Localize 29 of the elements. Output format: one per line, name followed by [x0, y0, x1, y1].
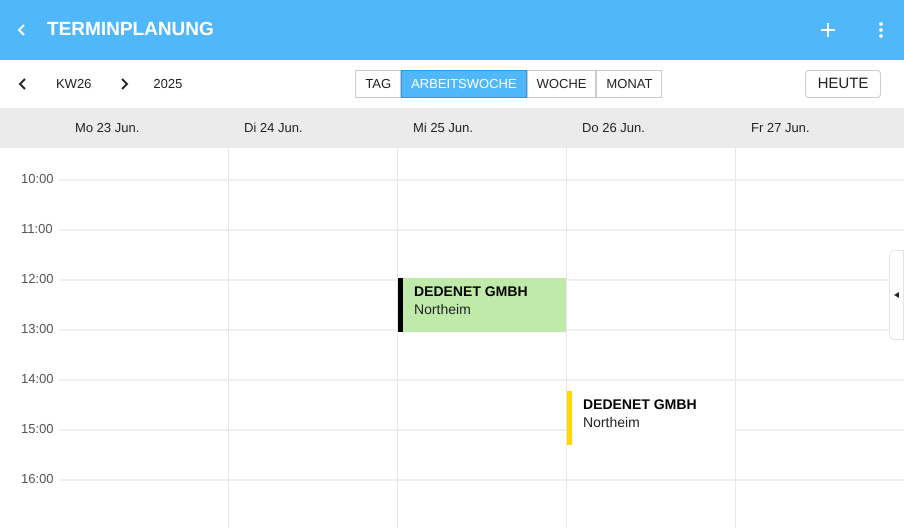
view-tab[interactable]: WOCHE: [526, 70, 596, 98]
day-header: Mi 25 Jun.: [413, 119, 473, 138]
appointment-title: DEDENET GMBH: [583, 395, 697, 413]
appointment-title: DEDENET GMBH: [414, 282, 528, 300]
appointment-location: Northeim: [583, 413, 641, 431]
today-button[interactable]: HEUTE: [805, 70, 881, 98]
time-label: 11:00: [21, 220, 53, 238]
time-label: 12:00: [21, 270, 54, 288]
add-icon[interactable]: [820, 22, 836, 38]
year-label: 2025: [153, 75, 182, 94]
appointment-card[interactable]: DEDENET GMBH Northeim: [567, 391, 735, 445]
appointment-location: Northeim: [414, 300, 472, 318]
day-header: Fr 27 Jun.: [751, 119, 810, 138]
day-header: Mo 23 Jun.: [75, 119, 140, 138]
app-title: TERMINPLANUNG: [47, 18, 214, 42]
time-label: 15:00: [21, 420, 54, 438]
time-label: 10:00: [21, 170, 54, 188]
day-header: Do 26 Jun.: [582, 119, 645, 138]
view-tab[interactable]: MONAT: [596, 70, 662, 98]
more-menu-icon[interactable]: [879, 22, 883, 38]
time-label: 16:00: [21, 470, 54, 488]
day-header: Di 24 Jun.: [244, 119, 303, 138]
week-label: KW26: [56, 75, 92, 94]
appointment-card[interactable]: DEDENET GMBH Northeim: [398, 278, 566, 332]
collapse-arrow-icon: [894, 291, 899, 299]
side-panel-handle[interactable]: [889, 250, 904, 340]
time-label: 13:00: [21, 320, 54, 338]
view-tab[interactable]: TAG: [355, 70, 402, 98]
time-label: 14:00: [21, 370, 54, 388]
